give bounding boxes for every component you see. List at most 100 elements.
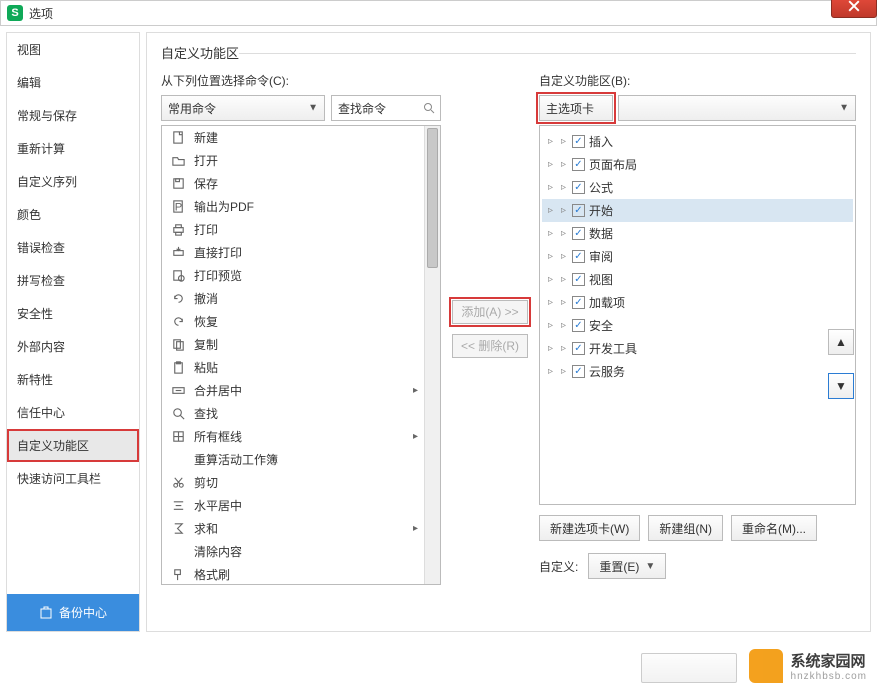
command-item[interactable]: 复制	[162, 333, 424, 356]
command-item[interactable]: 打印	[162, 218, 424, 241]
tree-item[interactable]: ▹▹✓数据	[542, 222, 853, 245]
expand-icon[interactable]: ▹	[546, 367, 555, 376]
expand-icon[interactable]: ▹	[546, 183, 555, 192]
command-item[interactable]: P输出为PDF	[162, 195, 424, 218]
tree-item[interactable]: ▹▹✓审阅	[542, 245, 853, 268]
app-icon: S	[7, 5, 23, 21]
sidebar-item-6[interactable]: 错误检查	[7, 231, 139, 264]
expand-icon[interactable]: ▹	[559, 229, 568, 238]
sidebar-item-0[interactable]: 视图	[7, 33, 139, 66]
dialog-button[interactable]	[641, 653, 737, 683]
sidebar-item-2[interactable]: 常规与保存	[7, 99, 139, 132]
expand-icon[interactable]: ▹	[546, 160, 555, 169]
expand-icon[interactable]: ▹	[559, 275, 568, 284]
tree-item[interactable]: ▹▹✓页面布局	[542, 153, 853, 176]
new-tab-button[interactable]: 新建选项卡(W)	[539, 515, 640, 541]
checkbox[interactable]: ✓	[572, 365, 585, 378]
expand-icon[interactable]: ▹	[546, 321, 555, 330]
command-item[interactable]: 撤消	[162, 287, 424, 310]
search-command-input[interactable]: 查找命令	[331, 95, 441, 121]
command-item[interactable]: 剪切	[162, 471, 424, 494]
sidebar-item-4[interactable]: 自定义序列	[7, 165, 139, 198]
sidebar-item-3[interactable]: 重新计算	[7, 132, 139, 165]
recalc-icon	[170, 452, 186, 468]
checkbox[interactable]: ✓	[572, 135, 585, 148]
expand-icon[interactable]: ▹	[546, 344, 555, 353]
tree-item[interactable]: ▹▹✓公式	[542, 176, 853, 199]
move-down-button[interactable]: ▼	[828, 373, 854, 399]
expand-icon[interactable]: ▹	[546, 137, 555, 146]
command-item[interactable]: 直接打印	[162, 241, 424, 264]
sidebar-item-12[interactable]: 自定义功能区	[7, 429, 139, 462]
close-button[interactable]	[831, 0, 877, 18]
sidebar-item-13[interactable]: 快速访问工具栏	[7, 462, 139, 495]
expand-icon[interactable]: ▹	[559, 206, 568, 215]
ribbon-tree[interactable]: ▹▹✓插入▹▹✓页面布局▹▹✓公式▹▹✓开始▹▹✓数据▹▹✓审阅▹▹✓视图▹▹✓…	[539, 125, 856, 505]
expand-icon[interactable]: ▹	[546, 275, 555, 284]
expand-icon[interactable]: ▹	[559, 137, 568, 146]
backup-center-button[interactable]: 备份中心	[7, 594, 139, 631]
command-item[interactable]: 查找	[162, 402, 424, 425]
checkbox[interactable]: ✓	[572, 273, 585, 286]
command-item[interactable]: 所有框线▸	[162, 425, 424, 448]
add-button[interactable]: 添加(A) >>	[452, 300, 528, 324]
expand-icon[interactable]: ▹	[546, 298, 555, 307]
ribbon-target-select[interactable]: 主选项卡	[539, 95, 613, 121]
expand-icon[interactable]: ▹	[559, 321, 568, 330]
ribbon-target-select-ext[interactable]: ▼	[618, 95, 856, 121]
rename-button[interactable]: 重命名(M)...	[731, 515, 817, 541]
sidebar-item-7[interactable]: 拼写检查	[7, 264, 139, 297]
tree-item[interactable]: ▹▹✓开始	[542, 199, 853, 222]
new-group-button[interactable]: 新建组(N)	[648, 515, 723, 541]
expand-icon[interactable]: ▹	[546, 229, 555, 238]
sidebar-item-9[interactable]: 外部内容	[7, 330, 139, 363]
expand-icon[interactable]: ▹	[559, 367, 568, 376]
scrollbar[interactable]	[424, 126, 440, 584]
sidebar-item-8[interactable]: 安全性	[7, 297, 139, 330]
expand-icon[interactable]: ▹	[559, 298, 568, 307]
sidebar-item-10[interactable]: 新特性	[7, 363, 139, 396]
expand-icon[interactable]: ▹	[546, 206, 555, 215]
command-item[interactable]: 打印预览	[162, 264, 424, 287]
checkbox[interactable]: ✓	[572, 158, 585, 171]
move-up-button[interactable]: ▲	[828, 329, 854, 355]
sidebar-item-1[interactable]: 编辑	[7, 66, 139, 99]
commands-listbox[interactable]: 新建打开保存P输出为PDF打印直接打印打印预览撤消恢复复制粘贴合并居中▸查找所有…	[161, 125, 441, 585]
expand-icon[interactable]: ▹	[559, 183, 568, 192]
sidebar-item-5[interactable]: 颜色	[7, 198, 139, 231]
command-item[interactable]: 新建	[162, 126, 424, 149]
command-item[interactable]: 粘贴	[162, 356, 424, 379]
checkbox[interactable]: ✓	[572, 204, 585, 217]
expand-icon[interactable]: ▹	[559, 160, 568, 169]
command-item[interactable]: 水平居中	[162, 494, 424, 517]
checkbox[interactable]: ✓	[572, 342, 585, 355]
command-item[interactable]: 求和▸	[162, 517, 424, 540]
checkbox[interactable]: ✓	[572, 250, 585, 263]
commands-source-select[interactable]: 常用命令 ▼	[161, 95, 325, 121]
expand-icon[interactable]: ▹	[559, 252, 568, 261]
tree-item[interactable]: ▹▹✓加载项	[542, 291, 853, 314]
tree-item[interactable]: ▹▹✓开发工具	[542, 337, 853, 360]
command-item[interactable]: 恢复	[162, 310, 424, 333]
command-item[interactable]: 重算活动工作簿	[162, 448, 424, 471]
command-item[interactable]: 清除内容	[162, 540, 424, 563]
command-item[interactable]: 打开	[162, 149, 424, 172]
command-item[interactable]: 合并居中▸	[162, 379, 424, 402]
scroll-thumb[interactable]	[427, 128, 438, 268]
tree-item[interactable]: ▹▹✓安全	[542, 314, 853, 337]
tree-item[interactable]: ▹▹✓视图	[542, 268, 853, 291]
tree-item[interactable]: ▹▹✓插入	[542, 130, 853, 153]
command-item[interactable]: 保存	[162, 172, 424, 195]
command-item[interactable]: 格式刷	[162, 563, 424, 584]
expand-icon[interactable]: ▹	[559, 344, 568, 353]
sidebar-item-11[interactable]: 信任中心	[7, 396, 139, 429]
checkbox[interactable]: ✓	[572, 319, 585, 332]
checkbox[interactable]: ✓	[572, 227, 585, 240]
tree-item[interactable]: ▹▹✓云服务	[542, 360, 853, 383]
checkbox[interactable]: ✓	[572, 181, 585, 194]
checkbox[interactable]: ✓	[572, 296, 585, 309]
remove-button[interactable]: << 删除(R)	[452, 334, 528, 358]
reset-button[interactable]: 重置(E) ▼	[588, 553, 666, 579]
backup-label: 备份中心	[59, 604, 107, 621]
expand-icon[interactable]: ▹	[546, 252, 555, 261]
